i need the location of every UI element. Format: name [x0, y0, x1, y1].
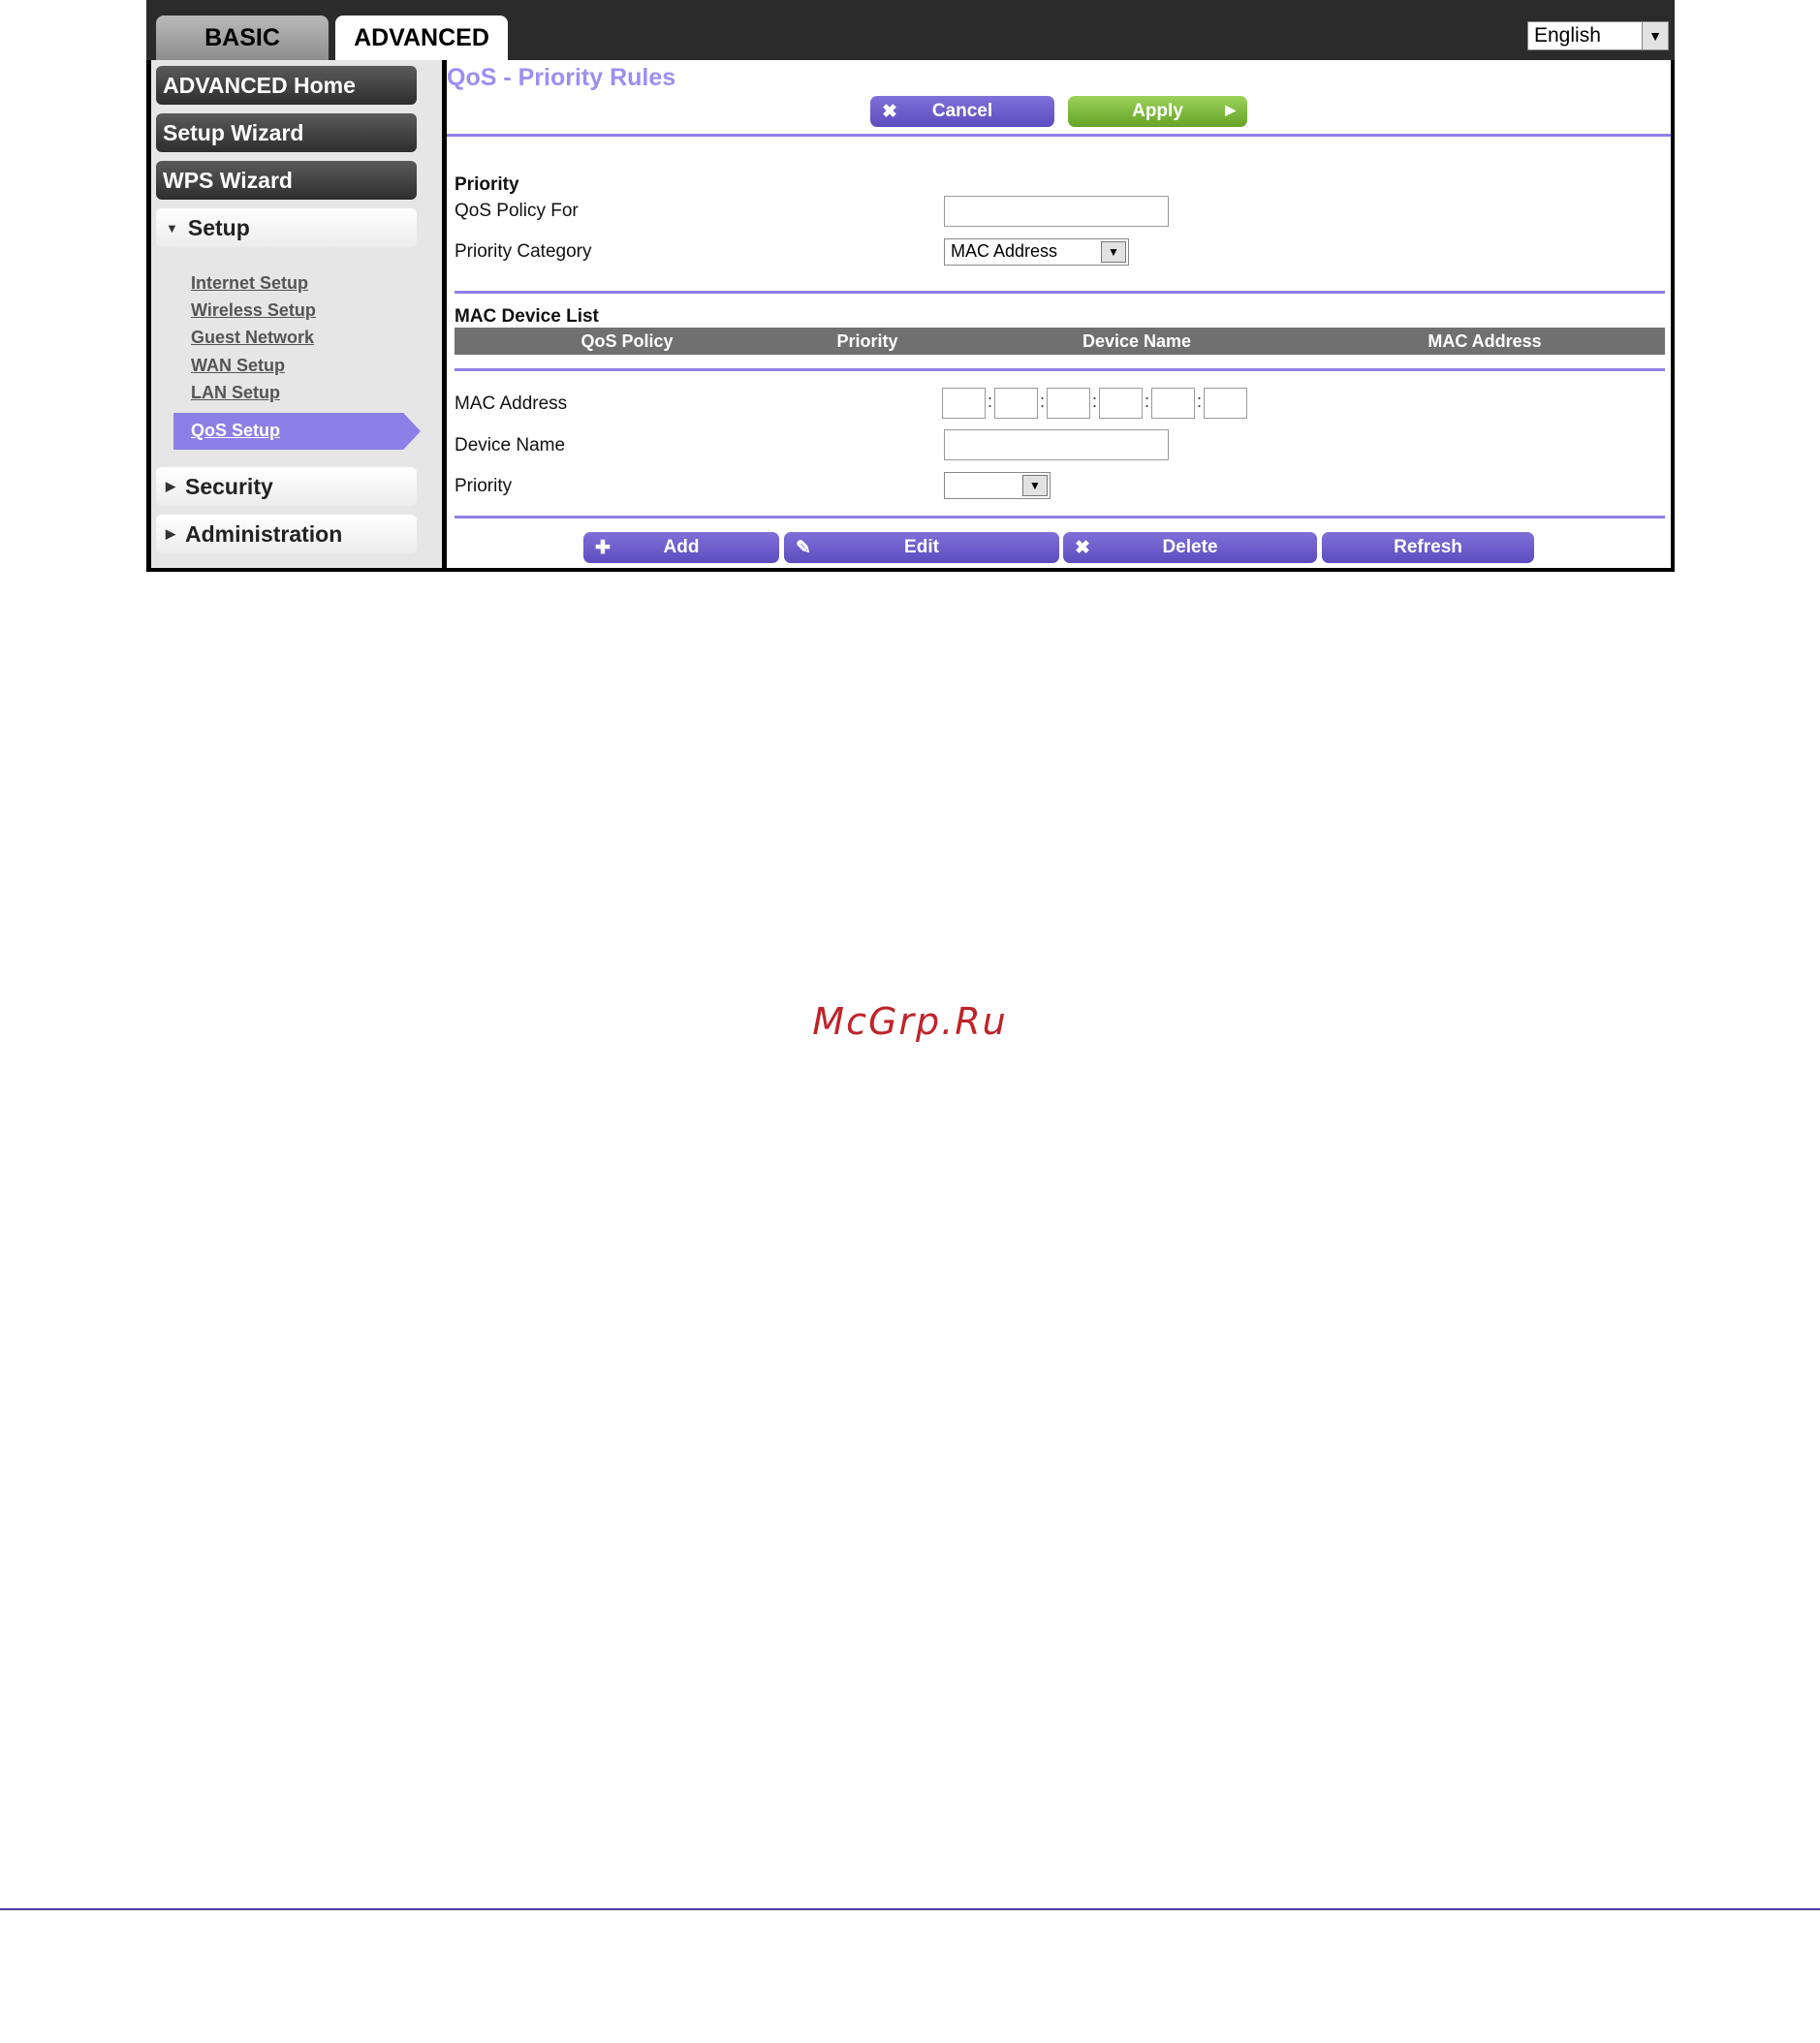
refresh-label: Refresh [1394, 537, 1462, 557]
apply-button[interactable]: Apply ▶ [1068, 96, 1247, 127]
chevron-down-icon[interactable]: ▼ [1101, 241, 1126, 263]
sidebar-item-guest-network[interactable]: Guest Network [191, 328, 314, 348]
mac-device-list-heading: MAC Device List [455, 306, 599, 327]
edit-button[interactable]: ✎ Edit [784, 532, 1059, 563]
arrow-right-icon: ▶ [1225, 102, 1236, 117]
tab-advanced[interactable]: ADVANCED [335, 16, 508, 60]
sidebar-wps-wizard-button[interactable]: WPS Wizard [156, 161, 417, 200]
colon-separator: : [988, 392, 993, 411]
qos-policy-for-input[interactable] [944, 196, 1169, 227]
mac-octet-2-input[interactable] [994, 388, 1038, 419]
triangle-right-icon: ▶ [166, 479, 175, 493]
refresh-button[interactable]: Refresh [1322, 532, 1534, 563]
sidebar-advanced-home-button[interactable]: ADVANCED Home [156, 66, 417, 105]
priority-label: Priority [455, 476, 513, 496]
add-button[interactable]: ✚ Add [583, 532, 779, 563]
sidebar-section-administration[interactable]: ▶ Administration [156, 515, 417, 553]
mac-address-label: MAC Address [455, 393, 568, 414]
divider [455, 368, 1665, 371]
apply-label: Apply [1132, 101, 1183, 121]
device-name-label: Device Name [455, 435, 566, 456]
colon-separator: : [1197, 392, 1203, 411]
page-title: QoS - Priority Rules [447, 64, 676, 91]
chevron-down-icon[interactable]: ▼ [1022, 475, 1048, 496]
sidebar-item-label: QoS Setup [191, 421, 281, 440]
divider [447, 134, 1671, 137]
priority-heading: Priority [455, 174, 519, 195]
colon-separator: : [1145, 392, 1150, 411]
mac-octet-6-input[interactable] [1204, 388, 1247, 419]
watermark-text: McGrp.Ru [812, 1000, 1008, 1043]
edit-label: Edit [904, 537, 939, 557]
language-value: English [1534, 24, 1601, 47]
top-bar: BASIC ADVANCED English ▼ [146, 0, 1675, 60]
mac-octet-1-input[interactable] [942, 388, 986, 419]
device-name-input[interactable] [944, 429, 1169, 460]
language-select[interactable]: English ▼ [1527, 21, 1669, 50]
sidebar-section-label: Setup [187, 214, 250, 240]
priority-category-label: Priority Category [455, 241, 592, 262]
colon-separator: : [1092, 392, 1098, 411]
sidebar-section-setup[interactable]: ▼ Setup [156, 208, 417, 247]
sidebar: ADVANCED Home Setup Wizard WPS Wizard ▼ … [151, 60, 442, 568]
cancel-button[interactable]: ✖ Cancel [870, 96, 1054, 127]
delete-label: Delete [1162, 537, 1218, 557]
qos-policy-for-label: QoS Policy For [455, 201, 579, 221]
close-icon: ✖ [882, 102, 897, 122]
tab-basic[interactable]: BASIC [156, 16, 329, 60]
mac-octet-5-input[interactable] [1151, 388, 1195, 419]
cancel-label: Cancel [931, 101, 993, 121]
sidebar-setup-wizard-button[interactable]: Setup Wizard [156, 113, 417, 152]
main-content: QoS - Priority Rules ✖ Cancel Apply ▶ Pr… [447, 60, 1671, 568]
column-header-qos-policy: QoS Policy [581, 331, 674, 351]
mac-device-table-header: QoS Policy Priority Device Name MAC Addr… [455, 328, 1665, 355]
add-label: Add [663, 537, 700, 557]
sidebar-item-lan-setup[interactable]: LAN Setup [191, 383, 280, 403]
sidebar-section-label: Security [185, 473, 273, 499]
plus-icon: ✚ [595, 538, 611, 558]
sidebar-section-security[interactable]: ▶ Security [156, 467, 417, 506]
sidebar-item-wan-setup[interactable]: WAN Setup [191, 356, 285, 376]
mac-octet-3-input[interactable] [1047, 388, 1090, 419]
footer-divider [0, 1908, 1820, 1910]
column-header-device-name: Device Name [1082, 331, 1192, 351]
mac-octet-4-input[interactable] [1099, 388, 1143, 419]
sidebar-item-qos-setup[interactable]: QoS Setup [173, 413, 421, 450]
pencil-icon: ✎ [796, 538, 811, 558]
column-header-priority: Priority [836, 331, 898, 351]
router-admin-window: BASIC ADVANCED English ▼ ADVANCED Home S… [146, 0, 1675, 572]
sidebar-section-label: Administration [185, 520, 343, 547]
priority-category-select[interactable]: MAC Address ▼ [944, 238, 1129, 266]
divider [455, 291, 1665, 294]
divider [455, 516, 1665, 519]
priority-category-value: MAC Address [951, 241, 1058, 261]
column-header-mac-address: MAC Address [1428, 331, 1542, 351]
sidebar-item-wireless-setup[interactable]: Wireless Setup [191, 300, 316, 321]
chevron-down-icon[interactable]: ▼ [1642, 22, 1668, 49]
priority-select[interactable]: ▼ [944, 472, 1051, 499]
triangle-down-icon: ▼ [166, 220, 178, 236]
sidebar-item-internet-setup[interactable]: Internet Setup [191, 273, 308, 294]
colon-separator: : [1040, 392, 1046, 411]
triangle-right-icon: ▶ [166, 526, 175, 541]
close-icon: ✖ [1075, 538, 1090, 558]
delete-button[interactable]: ✖ Delete [1063, 532, 1317, 563]
